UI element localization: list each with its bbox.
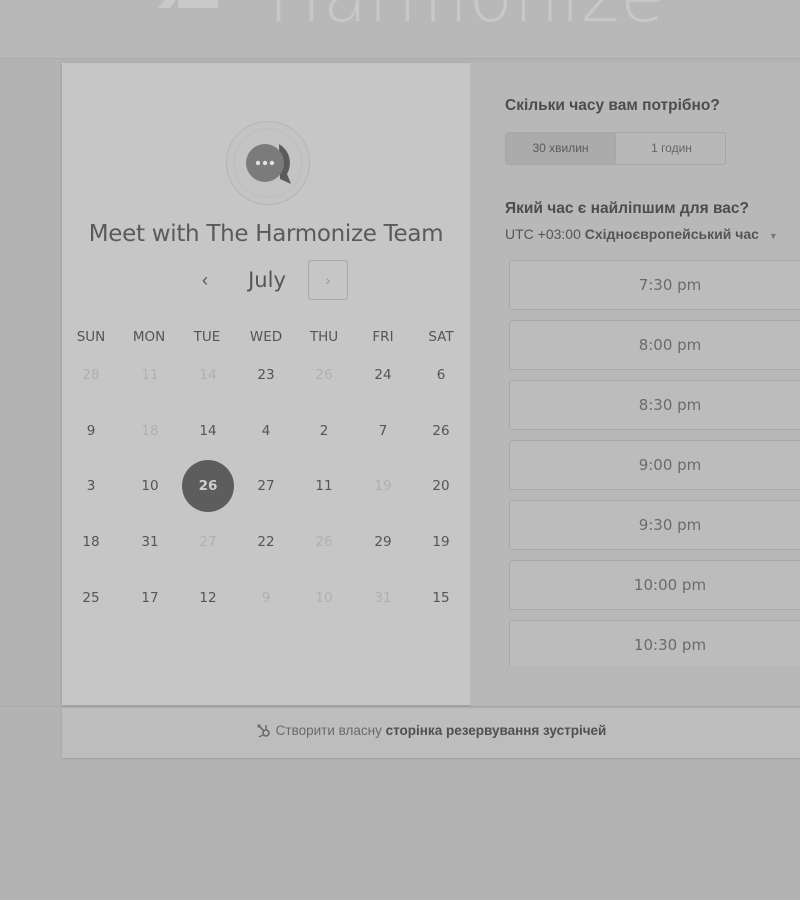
time-slot[interactable]: 9:00 pm [509, 440, 800, 490]
avatar [226, 121, 310, 205]
calendar-day[interactable]: 6 [415, 349, 467, 401]
prev-month-button[interactable]: ‹ [190, 264, 220, 296]
calendar-day: 18 [141, 423, 159, 439]
footer: Створити власну сторінка резервування зу… [62, 707, 800, 758]
calendar-day[interactable]: 14 [182, 405, 234, 457]
weekday-sat: SAT [428, 329, 454, 345]
weekday-thu: THU [309, 329, 339, 345]
calendar-day: 11 [141, 367, 159, 383]
footer-prefix: Створити власну [275, 723, 382, 738]
calendar-day[interactable]: 3 [65, 460, 117, 512]
calendar-day[interactable]: 18 [65, 516, 117, 568]
time-question: Який час є найліпшим для вас? [505, 200, 749, 217]
timezone-offset: UTC +03:00 [505, 226, 581, 242]
calendar-day: 31 [374, 590, 392, 606]
time-slot-label: 9:00 pm [638, 456, 702, 474]
calendar-day[interactable]: 4 [240, 405, 292, 457]
top-bar: Harmonize [0, 0, 800, 59]
calendar-day[interactable]: 17 [124, 572, 176, 624]
duration-30-button[interactable]: 30 хвилин [506, 133, 615, 164]
calendar-day-selected[interactable]: 26 [182, 460, 234, 512]
meeting-title: Meet with The Harmonize Team [88, 221, 444, 247]
calendar-day[interactable]: 29 [357, 516, 409, 568]
calendar-day[interactable]: 19 [415, 516, 467, 568]
time-slot[interactable]: 10:30 pm [509, 620, 800, 666]
time-slot-label: 10:30 pm [633, 636, 707, 654]
time-slot-list[interactable]: 7:30 pm 8:00 pm 8:30 pm 9:00 pm 9:30 pm … [509, 260, 800, 666]
calendar-panel: Meet with The Harmonize Team ‹ July › SU… [62, 63, 470, 705]
calendar-day[interactable]: 15 [415, 572, 467, 624]
calendar-day[interactable]: 12 [182, 572, 234, 624]
duration-60-button[interactable]: 1 годин [616, 133, 725, 164]
calendar-day[interactable]: 27 [240, 460, 292, 512]
options-panel: Скільки часу вам потрібно? 30 хвилин 1 г… [470, 63, 800, 705]
month-label: July [248, 268, 286, 292]
time-slot[interactable]: 8:00 pm [509, 320, 800, 370]
calendar-day[interactable]: 2 [298, 405, 350, 457]
calendar-day[interactable]: 7 [357, 405, 409, 457]
calendar-day: 14 [199, 367, 217, 383]
calendar-day: 26 [315, 534, 333, 550]
calendar-day[interactable]: 25 [65, 572, 117, 624]
create-booking-page-link[interactable]: Створити власну сторінка резервування зу… [62, 708, 800, 754]
weekday-tue: TUE [193, 329, 221, 345]
duration-selector: 30 хвилин 1 годин [505, 132, 726, 165]
time-slot-label: 9:30 pm [638, 516, 702, 534]
calendar-day[interactable]: 23 [240, 349, 292, 401]
calendar-day: 19 [374, 478, 392, 494]
calendar-day[interactable]: 24 [357, 349, 409, 401]
calendar-day: 28 [82, 367, 100, 383]
footer-bold: сторінка резервування зустрічей [385, 723, 607, 738]
month-navigation: ‹ July › [62, 260, 470, 302]
calendar-day: 9 [261, 590, 271, 606]
calendar-day[interactable]: 9 [65, 405, 117, 457]
time-slot[interactable]: 10:00 pm [509, 560, 800, 610]
time-slot-label: 8:30 pm [638, 396, 702, 414]
caret-down-icon: ▼ [768, 231, 778, 241]
timezone-name: Східноєвропейський час [584, 226, 759, 242]
weekday-wed: WED [249, 329, 283, 345]
calendar-day[interactable]: 22 [240, 516, 292, 568]
calendar-day[interactable]: 10 [124, 460, 176, 512]
weekday-mon: MON [132, 329, 166, 345]
time-slot[interactable]: 7:30 pm [509, 260, 800, 310]
next-month-button[interactable]: › [308, 260, 348, 300]
timezone-selector[interactable]: UTC +03:00 Східноєвропейський час ▼ [505, 226, 778, 242]
time-slot[interactable]: 9:30 pm [509, 500, 800, 550]
time-slot-label: 7:30 pm [638, 276, 702, 294]
time-slot[interactable]: 8:30 pm [509, 380, 800, 430]
calendar-day: 27 [199, 534, 217, 550]
time-slot-label: 8:00 pm [638, 336, 702, 354]
time-slot-label: 10:00 pm [633, 576, 707, 594]
calendar-day[interactable]: 26 [415, 405, 467, 457]
duration-question: Скільки часу вам потрібно? [505, 97, 720, 114]
calendar-day: 10 [315, 590, 333, 606]
chat-bubble-icon [233, 128, 303, 198]
brand-logo-icon [158, 0, 219, 8]
weekday-sun: SUN [76, 329, 106, 345]
sprocket-icon [257, 724, 270, 739]
brand-name: Harmonize [268, 0, 666, 32]
calendar-day[interactable]: 11 [298, 460, 350, 512]
calendar-day[interactable]: 20 [415, 460, 467, 512]
calendar-day[interactable]: 31 [124, 516, 176, 568]
calendar-day: 26 [315, 367, 333, 383]
weekday-header: SUN MON TUE WED THU FRI SAT [62, 329, 470, 349]
weekday-fri: FRI [372, 329, 394, 345]
